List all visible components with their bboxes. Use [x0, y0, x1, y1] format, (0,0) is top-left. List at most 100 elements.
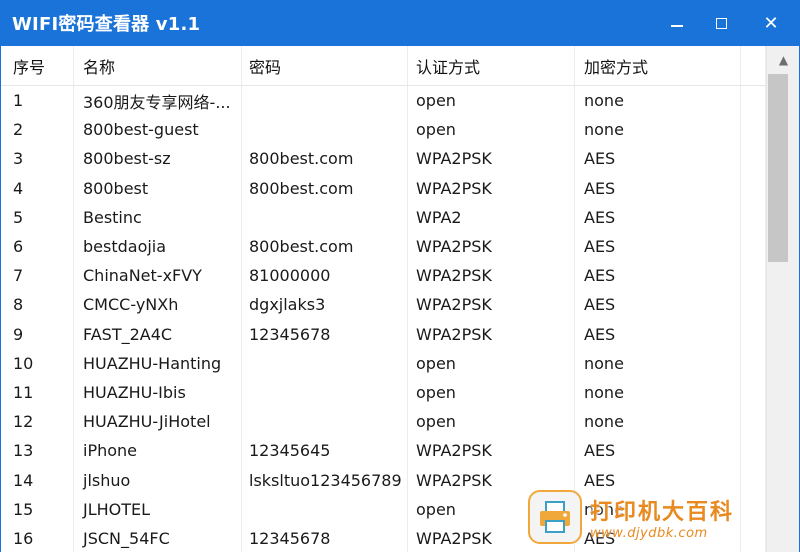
- cell-index: 9: [1, 319, 74, 349]
- cell-name: 360朋友专享网络-...: [74, 86, 242, 116]
- cell-encryption: AES: [575, 261, 741, 291]
- cell-index: 3: [1, 144, 74, 174]
- table-row[interactable]: 7 ChinaNet-xFVY 81000000 WPA2PSK AES: [1, 261, 766, 291]
- column-header-index[interactable]: 序号: [1, 46, 74, 85]
- cell-name: HUAZHU-Hanting: [74, 348, 242, 378]
- wifi-table: 序号 名称 密码 认证方式 加密方式 1 360朋友专享网络-... open non…: [0, 46, 800, 552]
- cell-index: 6: [1, 232, 74, 262]
- cell-auth: WPA2PSK: [408, 465, 575, 495]
- cell-index: 2: [1, 115, 74, 145]
- cell-encryption: AES: [575, 436, 741, 466]
- vertical-scrollbar[interactable]: ▲: [766, 46, 799, 552]
- table-row[interactable]: 16 JSCN_54FC 12345678 WPA2PSK AES: [1, 524, 766, 552]
- cell-filler: [741, 261, 766, 291]
- cell-filler: [741, 202, 766, 232]
- cell-name: 800best-guest: [74, 115, 242, 145]
- cell-auth: open: [408, 115, 575, 145]
- cell-password: [242, 407, 408, 437]
- cell-auth: WPA2: [408, 202, 575, 232]
- cell-password: 800best.com: [242, 144, 408, 174]
- cell-auth: WPA2PSK: [408, 232, 575, 262]
- cell-name: CMCC-yNXh: [74, 290, 242, 320]
- cell-auth: WPA2PSK: [408, 173, 575, 203]
- cell-index: 5: [1, 202, 74, 232]
- cell-index: 15: [1, 494, 74, 524]
- cell-filler: [741, 173, 766, 203]
- table-row[interactable]: 6 bestdaojia 800best.com WPA2PSK AES: [1, 232, 766, 262]
- cell-index: 1: [1, 86, 74, 116]
- table-row[interactable]: 13 iPhone 12345645 WPA2PSK AES: [1, 436, 766, 466]
- cell-encryption: AES: [575, 290, 741, 320]
- cell-encryption: AES: [575, 173, 741, 203]
- column-header-name[interactable]: 名称: [74, 46, 242, 85]
- cell-auth: open: [408, 494, 575, 524]
- table-row[interactable]: 3 800best-sz 800best.com WPA2PSK AES: [1, 144, 766, 174]
- table-row[interactable]: 10 HUAZHU-Hanting open none: [1, 348, 766, 378]
- minimize-icon: [671, 25, 683, 27]
- cell-auth: WPA2PSK: [408, 144, 575, 174]
- scroll-up-arrow-icon[interactable]: ▲: [767, 46, 799, 74]
- cell-encryption: none: [575, 494, 741, 524]
- cell-password: lsksltuo123456789: [242, 465, 408, 495]
- cell-auth: open: [408, 378, 575, 408]
- cell-encryption: AES: [575, 465, 741, 495]
- cell-index: 7: [1, 261, 74, 291]
- table-row[interactable]: 9 FAST_2A4C 12345678 WPA2PSK AES: [1, 319, 766, 349]
- close-button[interactable]: ✕: [748, 0, 794, 46]
- table-row[interactable]: 2 800best-guest open none: [1, 115, 766, 145]
- cell-encryption: AES: [575, 202, 741, 232]
- cell-name: JLHOTEL: [74, 494, 242, 524]
- column-header-filler: [741, 46, 766, 85]
- cell-encryption: none: [575, 348, 741, 378]
- cell-filler: [741, 524, 766, 552]
- cell-password: [242, 494, 408, 524]
- table-row[interactable]: 8 CMCC-yNXh dgxjlaks3 WPA2PSK AES: [1, 290, 766, 320]
- title-bar: WIFI密码查看器 v1.1 ✕: [0, 0, 800, 46]
- cell-filler: [741, 378, 766, 408]
- table-row[interactable]: 12 HUAZHU-JiHotel open none: [1, 407, 766, 437]
- cell-index: 10: [1, 348, 74, 378]
- cell-index: 4: [1, 173, 74, 203]
- cell-password: [242, 378, 408, 408]
- cell-filler: [741, 465, 766, 495]
- cell-auth: open: [408, 348, 575, 378]
- table-row[interactable]: 11 HUAZHU-Ibis open none: [1, 378, 766, 408]
- cell-encryption: AES: [575, 144, 741, 174]
- cell-encryption: AES: [575, 319, 741, 349]
- cell-encryption: none: [575, 86, 741, 116]
- cell-filler: [741, 436, 766, 466]
- table-row[interactable]: 5 Bestinc WPA2 AES: [1, 202, 766, 232]
- cell-name: 800best-sz: [74, 144, 242, 174]
- cell-auth: WPA2PSK: [408, 261, 575, 291]
- table-row[interactable]: 15 JLHOTEL open none: [1, 494, 766, 524]
- maximize-icon: [715, 17, 727, 29]
- column-header-auth[interactable]: 认证方式: [408, 46, 575, 85]
- cell-filler: [741, 319, 766, 349]
- maximize-button[interactable]: [698, 0, 744, 46]
- cell-filler: [741, 290, 766, 320]
- scroll-thumb[interactable]: [768, 74, 788, 262]
- cell-password: 800best.com: [242, 232, 408, 262]
- column-header-password[interactable]: 密码: [242, 46, 408, 85]
- cell-auth: WPA2PSK: [408, 436, 575, 466]
- table-row[interactable]: 4 800best 800best.com WPA2PSK AES: [1, 173, 766, 203]
- table-row[interactable]: 1 360朋友专享网络-... open none: [1, 86, 766, 116]
- close-icon: ✕: [763, 12, 779, 34]
- minimize-button[interactable]: [654, 0, 700, 46]
- cell-encryption: none: [575, 115, 741, 145]
- cell-name: FAST_2A4C: [74, 319, 242, 349]
- cell-password: 81000000: [242, 261, 408, 291]
- cell-index: 11: [1, 378, 74, 408]
- cell-auth: WPA2PSK: [408, 290, 575, 320]
- cell-password: 12345645: [242, 436, 408, 466]
- cell-name: iPhone: [74, 436, 242, 466]
- cell-password: dgxjlaks3: [242, 290, 408, 320]
- cell-name: jlshuo: [74, 465, 242, 495]
- table-row[interactable]: 14 jlshuo lsksltuo123456789 WPA2PSK AES: [1, 465, 766, 495]
- column-header-encryption[interactable]: 加密方式: [575, 46, 741, 85]
- cell-encryption: none: [575, 378, 741, 408]
- cell-name: HUAZHU-JiHotel: [74, 407, 242, 437]
- cell-encryption: none: [575, 407, 741, 437]
- cell-password: [242, 202, 408, 232]
- cell-index: 8: [1, 290, 74, 320]
